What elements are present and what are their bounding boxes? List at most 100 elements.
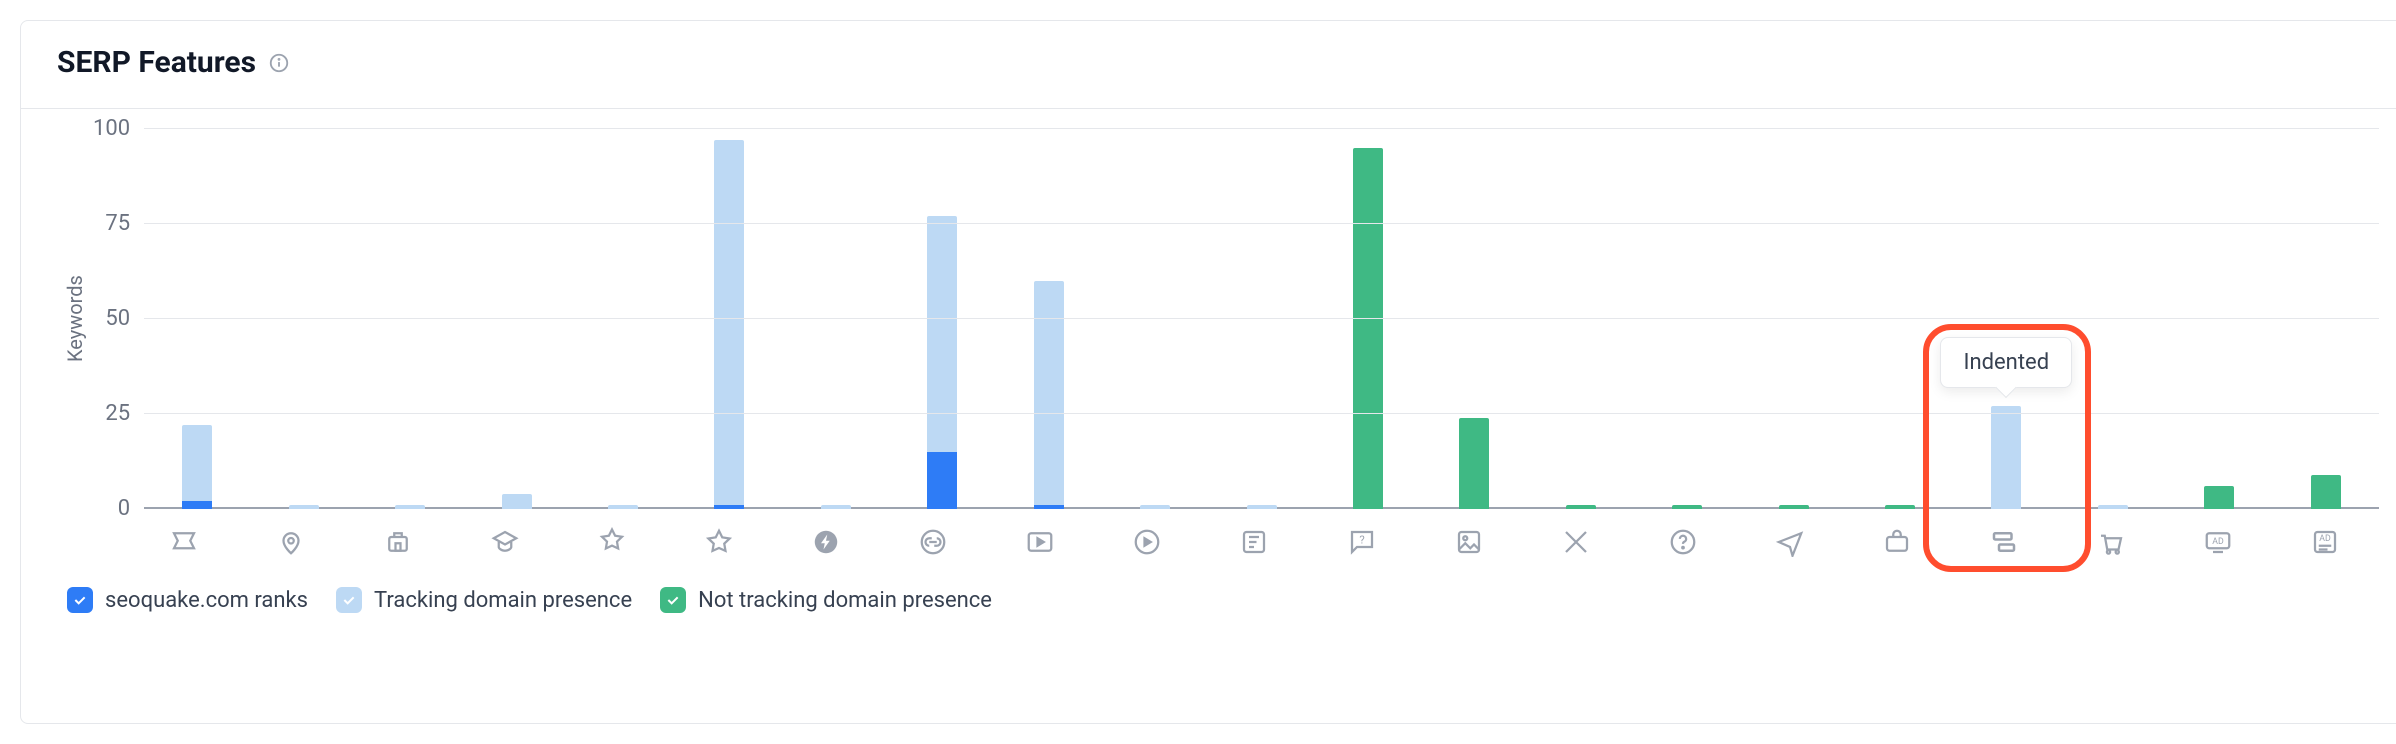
bar-local-pack[interactable] <box>251 129 357 509</box>
x-tick-reviews[interactable] <box>665 509 772 557</box>
x-tick-instant-answer[interactable] <box>558 509 665 557</box>
amp-icon <box>811 527 841 557</box>
instant-answer-icon <box>597 527 627 557</box>
checkbox-icon <box>67 587 93 613</box>
bar-knowledge-panel[interactable] <box>463 129 569 509</box>
bar-stack <box>289 505 319 509</box>
indented-icon <box>1989 527 2019 557</box>
bar-stack <box>2311 475 2341 509</box>
legend-item-tracking[interactable]: Tracking domain presence <box>336 587 632 613</box>
bar-stack <box>927 216 957 509</box>
bar-news[interactable] <box>1208 129 1314 509</box>
x-tick-faq[interactable]: ? <box>1308 509 1415 557</box>
video-carousel-icon <box>1132 527 1162 557</box>
bar-segment-ranks <box>714 505 744 509</box>
knowledge-panel-icon <box>490 527 520 557</box>
news-icon <box>1239 527 1269 557</box>
x-tick-news[interactable] <box>1201 509 1308 557</box>
x-tick-local-pack[interactable] <box>237 509 344 557</box>
x-tick-knowledge-panel[interactable] <box>451 509 558 557</box>
bar-stack <box>1779 505 1809 509</box>
bar-video-carousel[interactable] <box>1102 129 1208 509</box>
x-tick-indented[interactable] <box>1951 509 2058 557</box>
x-tick-featured-snippet[interactable] <box>130 509 237 557</box>
ads-top-icon: AD <box>2203 527 2233 557</box>
bar-segment-tracking <box>395 505 425 509</box>
legend-item-ranks[interactable]: seoquake.com ranks <box>67 587 308 613</box>
bar-people-also-ask[interactable] <box>1634 129 1740 509</box>
bar-shopping-ads[interactable] <box>2060 129 2166 509</box>
x-tick-ads-top[interactable]: AD <box>2165 509 2272 557</box>
bar-jobs[interactable] <box>1847 129 1953 509</box>
x-tick-image[interactable] <box>1415 509 1522 557</box>
bar-segment-tracking <box>927 216 957 452</box>
legend-label: seoquake.com ranks <box>105 588 308 613</box>
x-tick-jobs[interactable] <box>1844 509 1951 557</box>
bar-amp[interactable] <box>783 129 889 509</box>
x-tick-sitelinks[interactable] <box>880 509 987 557</box>
bar-segment-tracking <box>1991 406 2021 509</box>
bar-segment-nontracking <box>1459 418 1489 509</box>
x-tick-people-also-ask[interactable] <box>1629 509 1736 557</box>
bar-faq[interactable] <box>1315 129 1421 509</box>
bar-segment-ranks <box>182 501 212 509</box>
bar-featured-snippet[interactable] <box>144 129 250 509</box>
x-tick-twitter[interactable] <box>1522 509 1629 557</box>
bar-stack <box>1991 406 2021 509</box>
x-tick-video[interactable] <box>987 509 1094 557</box>
bar-segment-tracking <box>821 505 851 509</box>
plot-area: Indented <box>144 129 2379 509</box>
bar-image[interactable] <box>1421 129 1527 509</box>
flights-icon <box>1775 527 1805 557</box>
bar-segment-ranks <box>1034 505 1064 509</box>
local-pack-icon <box>276 527 306 557</box>
video-icon <box>1025 527 1055 557</box>
bar-reviews[interactable] <box>676 129 782 509</box>
serp-features-card: SERP Features Keywords 1007550250 Indent… <box>20 20 2396 724</box>
bar-segment-tracking <box>714 140 744 505</box>
gridline <box>144 128 2379 129</box>
bar-local-teaser[interactable] <box>357 129 463 509</box>
bar-stack <box>502 494 532 509</box>
bar-segment-tracking <box>2098 505 2128 509</box>
gridline <box>144 413 2379 414</box>
bar-video[interactable] <box>995 129 1101 509</box>
checkbox-icon <box>336 587 362 613</box>
bar-segment-nontracking <box>2204 486 2234 509</box>
legend-label: Not tracking domain presence <box>698 588 992 613</box>
x-tick-amp[interactable] <box>773 509 880 557</box>
local-teaser-icon <box>383 527 413 557</box>
bar-flights[interactable] <box>1740 129 1846 509</box>
bar-stack <box>1885 505 1915 509</box>
y-axis: 1007550250 <box>93 129 144 509</box>
svg-text:AD: AD <box>2320 534 2332 544</box>
x-tick-flights[interactable] <box>1736 509 1843 557</box>
bar-stack <box>821 505 851 509</box>
x-tick-ads-bottom[interactable]: AD <box>2272 509 2379 557</box>
checkbox-icon <box>660 587 686 613</box>
bar-indented[interactable] <box>1953 129 2059 509</box>
bar-instant-answer[interactable] <box>570 129 676 509</box>
bar-stack <box>2204 486 2234 509</box>
gridline <box>144 318 2379 319</box>
y-axis-label: Keywords <box>57 129 93 509</box>
faq-icon: ? <box>1347 527 1377 557</box>
x-tick-video-carousel[interactable] <box>1094 509 1201 557</box>
info-icon[interactable] <box>268 52 290 74</box>
bar-segment-nontracking <box>1885 505 1915 509</box>
x-tick-local-teaser[interactable] <box>344 509 451 557</box>
bar-sitelinks[interactable] <box>889 129 995 509</box>
sitelinks-icon <box>918 527 948 557</box>
bar-stack <box>1247 505 1277 509</box>
bar-twitter[interactable] <box>1528 129 1634 509</box>
bar-ads-top[interactable] <box>2166 129 2272 509</box>
bar-segment-tracking <box>289 505 319 509</box>
bar-segment-nontracking <box>1779 505 1809 509</box>
bar-segment-tracking <box>182 425 212 501</box>
bar-ads-bottom[interactable] <box>2273 129 2379 509</box>
bar-stack <box>1672 505 1702 509</box>
bar-stack <box>1353 148 1383 509</box>
legend-item-nontracking[interactable]: Not tracking domain presence <box>660 587 992 613</box>
x-tick-shopping-ads[interactable] <box>2058 509 2165 557</box>
x-axis: ? AD AD <box>130 509 2379 557</box>
